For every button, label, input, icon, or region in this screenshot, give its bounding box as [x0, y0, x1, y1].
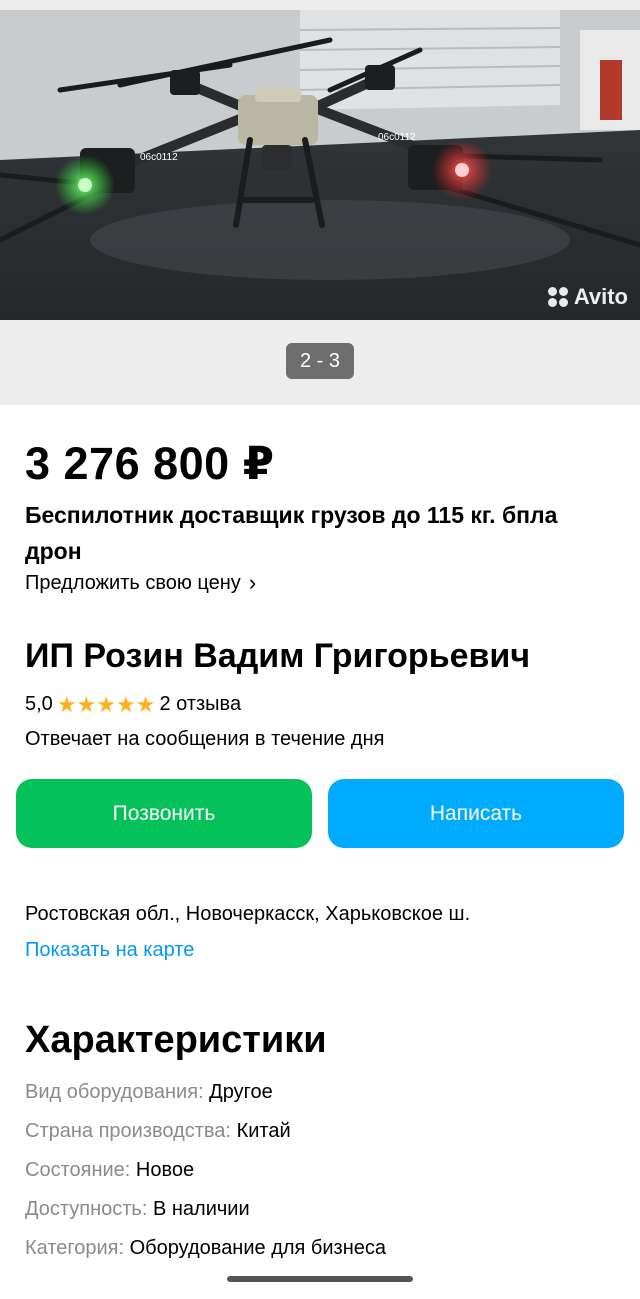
specs-title: Характеристики — [25, 1019, 327, 1061]
spec-row: Категория: Оборудование для бизнеса — [25, 1237, 386, 1260]
chevron-right-icon: › — [248, 570, 257, 595]
offer-price-label: Предложить свою цену — [25, 571, 241, 594]
price: 3 276 800 ₽ — [25, 438, 275, 489]
seller-name[interactable]: ИП Розин Вадим Григорьевич — [25, 637, 530, 676]
show-on-map-link[interactable]: Показать на карте — [25, 939, 194, 962]
drone-photo[interactable]: 06c0112 06c0112 Avito — [0, 10, 640, 320]
avito-logo-icon — [547, 287, 570, 307]
spec-key: Доступность: — [25, 1198, 148, 1220]
listing-title: Беспилотник доставщик грузов до 115 кг. … — [25, 502, 558, 564]
spec-row: Вид оборудования: Другое — [25, 1081, 273, 1104]
rating-value: 5,0 — [25, 693, 53, 715]
reply-time: Отвечает на сообщения в течение дня — [25, 728, 385, 750]
avito-watermark-label: Avito — [573, 284, 628, 309]
address: Ростовская обл., Новочеркасск, Харьковск… — [25, 903, 471, 925]
photo-gallery[interactable]: 06c0112 06c0112 Avito 2 - 3 — [0, 0, 640, 405]
spec-key: Вид оборудования: — [25, 1081, 204, 1103]
call-button[interactable]: Позвонить — [16, 779, 312, 848]
spec-row: Состояние: Новое — [25, 1159, 194, 1182]
write-button[interactable]: Написать — [328, 779, 624, 848]
spec-key: Категория: — [25, 1237, 125, 1259]
star-icon: ★ — [76, 691, 97, 717]
star-icon: ★ — [135, 691, 156, 717]
spec-key: Состояние: — [25, 1159, 131, 1181]
spec-key: Страна производства: — [25, 1120, 231, 1142]
drone-tag-left: 06c0112 — [140, 152, 178, 163]
reviews-count: 2 отзыва — [159, 693, 242, 715]
spec-row: Страна производства: Китай — [25, 1120, 291, 1143]
spec-value: Оборудование для бизнеса — [129, 1237, 387, 1259]
drone-tag-right: 06c0112 — [378, 132, 416, 143]
rating-stars: ★ ★ ★ ★ ★ — [56, 691, 156, 717]
spec-value: Китай — [236, 1120, 291, 1142]
star-icon: ★ — [116, 691, 136, 717]
spec-value: Новое — [135, 1159, 195, 1181]
spec-value: Другое — [209, 1081, 273, 1103]
home-indicator[interactable] — [227, 1276, 413, 1282]
seller-rating[interactable]: 5,0 ★ ★ ★ ★ ★ 2 отзыва — [25, 693, 241, 716]
star-icon: ★ — [56, 691, 77, 717]
photo-counter: 2 - 3 — [286, 343, 354, 379]
avito-watermark: Avito — [547, 284, 628, 310]
star-icon: ★ — [96, 691, 117, 717]
spec-value: В наличии — [152, 1198, 250, 1220]
offer-price-link[interactable]: Предложить свою цену › — [25, 570, 256, 596]
spec-row: Доступность: В наличии — [25, 1198, 250, 1221]
